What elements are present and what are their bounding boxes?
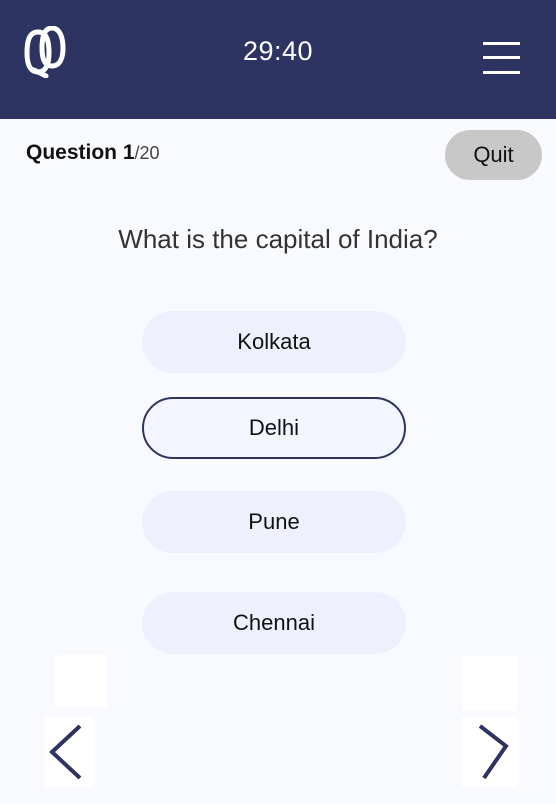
countdown-timer: 29:40 <box>242 36 314 66</box>
left-placeholder-box <box>55 655 107 707</box>
answer-option-chennai[interactable]: Chennai <box>142 592 406 654</box>
answer-option-delhi[interactable]: Delhi <box>142 397 406 459</box>
app-header: 29:40 <box>0 0 556 119</box>
question-number: Question 1 <box>26 141 135 164</box>
right-placeholder-box <box>462 656 517 711</box>
question-text: What is the capital of India? <box>118 224 438 254</box>
hamburger-menu-icon[interactable] <box>478 40 524 76</box>
chevron-left-icon[interactable] <box>46 722 86 782</box>
answer-option-kolkata[interactable]: Kolkata <box>142 311 406 373</box>
answer-option-pune[interactable]: Pune <box>142 491 406 553</box>
question-counter: Question 1/20 <box>26 141 160 165</box>
chevron-right-icon[interactable] <box>474 722 514 782</box>
quit-button[interactable]: Quit <box>445 130 542 180</box>
question-total: /20 <box>134 143 160 163</box>
